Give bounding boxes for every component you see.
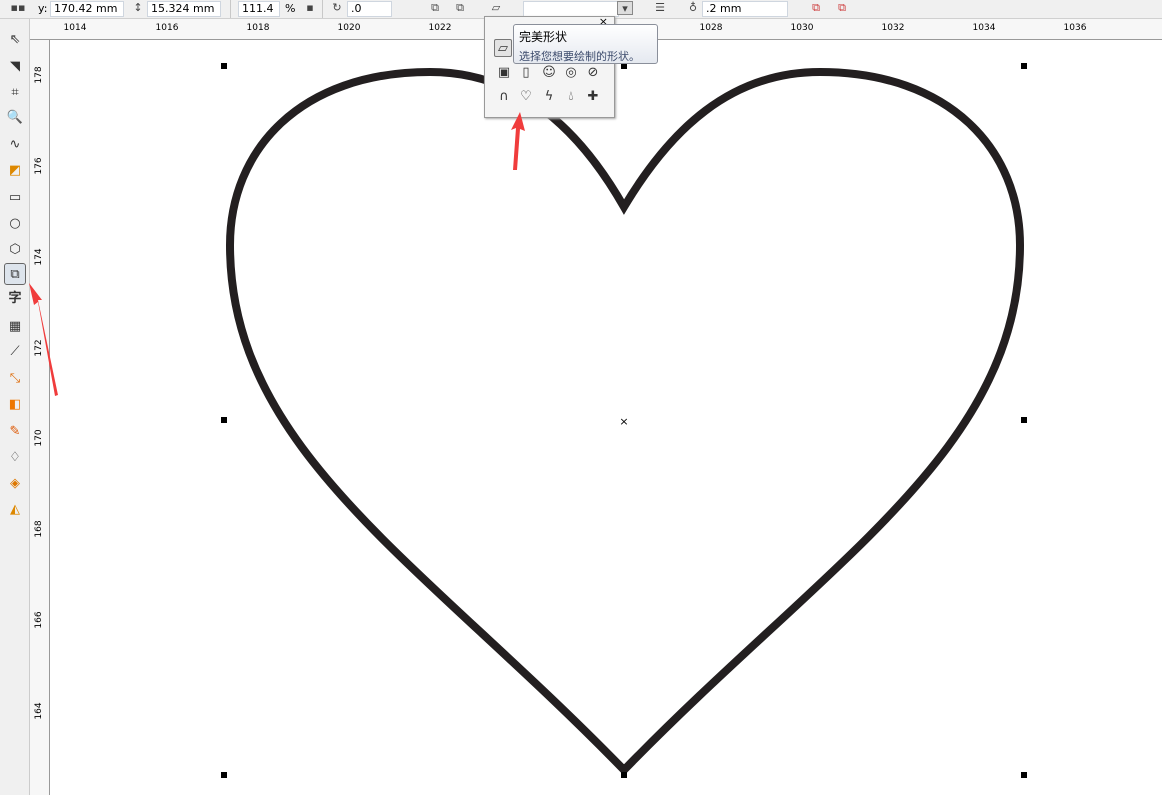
smiley-shape-icon[interactable]: ☺ [540,64,558,82]
center-mark-icon: × [619,415,628,428]
tooltip-title: 完美形状 [519,30,568,44]
lightning-shape-icon[interactable]: ϟ [540,88,558,106]
plaque-shape-icon[interactable]: ✚ [584,88,602,106]
no-symbol-shape-icon[interactable]: ⊘ [584,64,602,82]
tooltip: 完美形状 选择您想要绘制的形状。 [513,24,658,64]
heart-shape-icon[interactable]: ♡ [517,88,535,106]
parallelogram-shape-icon[interactable]: ▱ [494,39,512,57]
tooltip-description: 选择您想要绘制的形状。 [519,50,640,63]
canvas[interactable]: × [0,0,1162,795]
ring-shape-icon[interactable]: ◎ [562,64,580,82]
arch-shape-icon[interactable]: ∩ [495,88,513,106]
teardrop-shape-icon[interactable]: 💧︎ [562,88,580,106]
frame-shape-icon[interactable]: ▣ [495,64,513,82]
folded-corner-shape-icon[interactable]: ▯ [517,64,535,82]
